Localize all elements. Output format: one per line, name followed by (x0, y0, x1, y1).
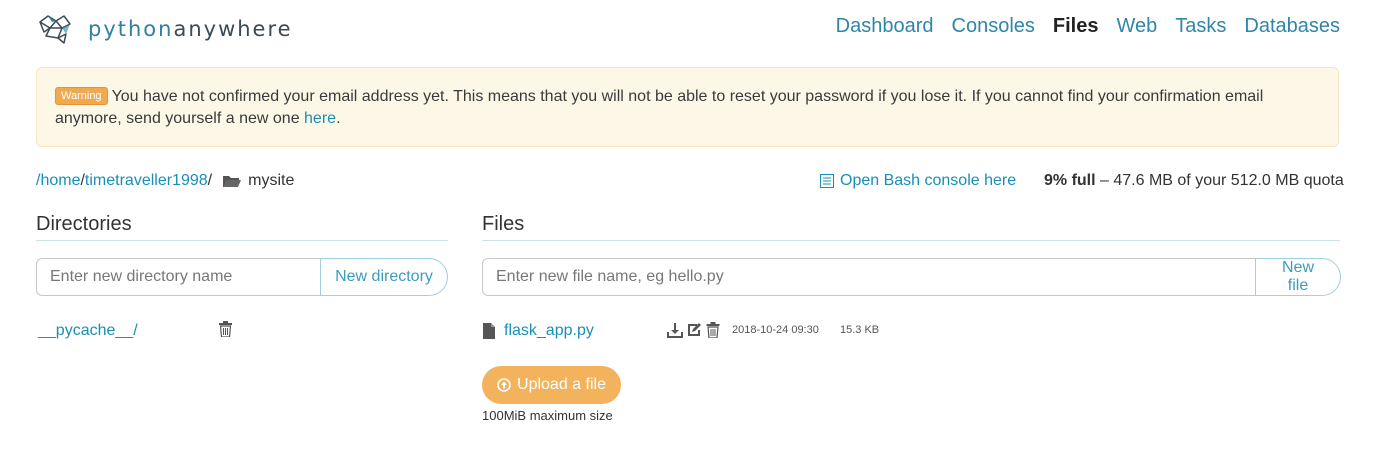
nav-files[interactable]: Files (1053, 12, 1099, 40)
upload-size-note: 100MiB maximum size (482, 408, 613, 423)
files-heading: Files (482, 213, 525, 235)
quota-used: 47.6 MB (1113, 172, 1173, 189)
console-icon (820, 174, 834, 188)
file-icon (483, 323, 495, 339)
quota-percent: 9% full (1044, 172, 1096, 189)
download-icon[interactable] (667, 322, 683, 338)
upload-icon (497, 378, 511, 392)
top-bar: pythonanywhere Dashboard Consoles Files … (0, 0, 1400, 60)
new-directory-form: New directory (36, 258, 448, 296)
pythonanywhere-logo-icon (39, 15, 71, 44)
new-directory-input[interactable] (36, 258, 320, 296)
file-actions (667, 322, 724, 338)
folder-open-icon (223, 176, 242, 187)
directories-divider (36, 240, 448, 241)
edit-icon[interactable] (686, 322, 702, 338)
main-nav: Dashboard Consoles Files Web Tasks Datab… (818, 12, 1340, 40)
disk-quota: 9% full – 47.6 MB of your 512.0 MB quota (1044, 172, 1344, 190)
breadcrumb-user[interactable]: timetraveller1998 (85, 172, 208, 190)
new-file-input[interactable] (482, 258, 1255, 296)
nav-tasks[interactable]: Tasks (1175, 12, 1226, 40)
file-item: flask_app.py 2018-10-24 09:30 15.3 KB (483, 320, 983, 342)
brand-name-part1: python (88, 17, 174, 41)
nav-dashboard[interactable]: Dashboard (836, 12, 934, 40)
quota-total: 512.0 MB (1230, 172, 1300, 189)
nav-web[interactable]: Web (1116, 12, 1157, 40)
breadcrumb-current: mysite (248, 172, 295, 189)
warning-text-end: . (336, 110, 341, 127)
file-modified-date: 2018-10-24 09:30 (732, 324, 819, 336)
nav-databases[interactable]: Databases (1244, 12, 1340, 40)
brand-name-part2: anywhere (173, 17, 293, 41)
quota-suffix: quota (1299, 172, 1344, 189)
directory-item[interactable]: __pycache__/ (38, 322, 138, 340)
new-file-form: New file (482, 258, 1341, 296)
logo[interactable]: pythonanywhere (36, 12, 293, 46)
quota-dash: – (1095, 172, 1114, 189)
upload-file-label: Upload a file (517, 376, 606, 393)
new-file-button[interactable]: New file (1255, 258, 1341, 296)
warning-text: You have not confirmed your email addres… (55, 88, 1264, 127)
directories-heading: Directories (36, 213, 132, 235)
breadcrumb: /home / timetraveller1998/ mysite (36, 172, 294, 190)
open-bash-console-link[interactable]: Open Bash console here (820, 172, 1016, 190)
file-size: 15.3 KB (840, 324, 880, 336)
new-directory-button[interactable]: New directory (320, 258, 448, 296)
brand-name: pythonanywhere (88, 17, 293, 41)
resend-confirmation-link[interactable]: here (304, 110, 336, 127)
upload-file-button[interactable]: Upload a file (482, 366, 621, 404)
warning-badge: Warning (55, 87, 108, 105)
files-divider (482, 240, 1340, 241)
email-warning-alert: Warning You have not confirmed your email… (36, 67, 1339, 147)
delete-file-trash-icon[interactable] (705, 322, 721, 338)
file-name-link[interactable]: flask_app.py (504, 322, 594, 340)
breadcrumb-separator: / (207, 172, 213, 189)
nav-consoles[interactable]: Consoles (952, 12, 1035, 40)
breadcrumb-home[interactable]: /home (36, 172, 80, 190)
quota-of: of your (1172, 172, 1231, 189)
open-bash-console-label: Open Bash console here (840, 172, 1017, 189)
delete-directory-trash-icon[interactable] (219, 321, 232, 337)
